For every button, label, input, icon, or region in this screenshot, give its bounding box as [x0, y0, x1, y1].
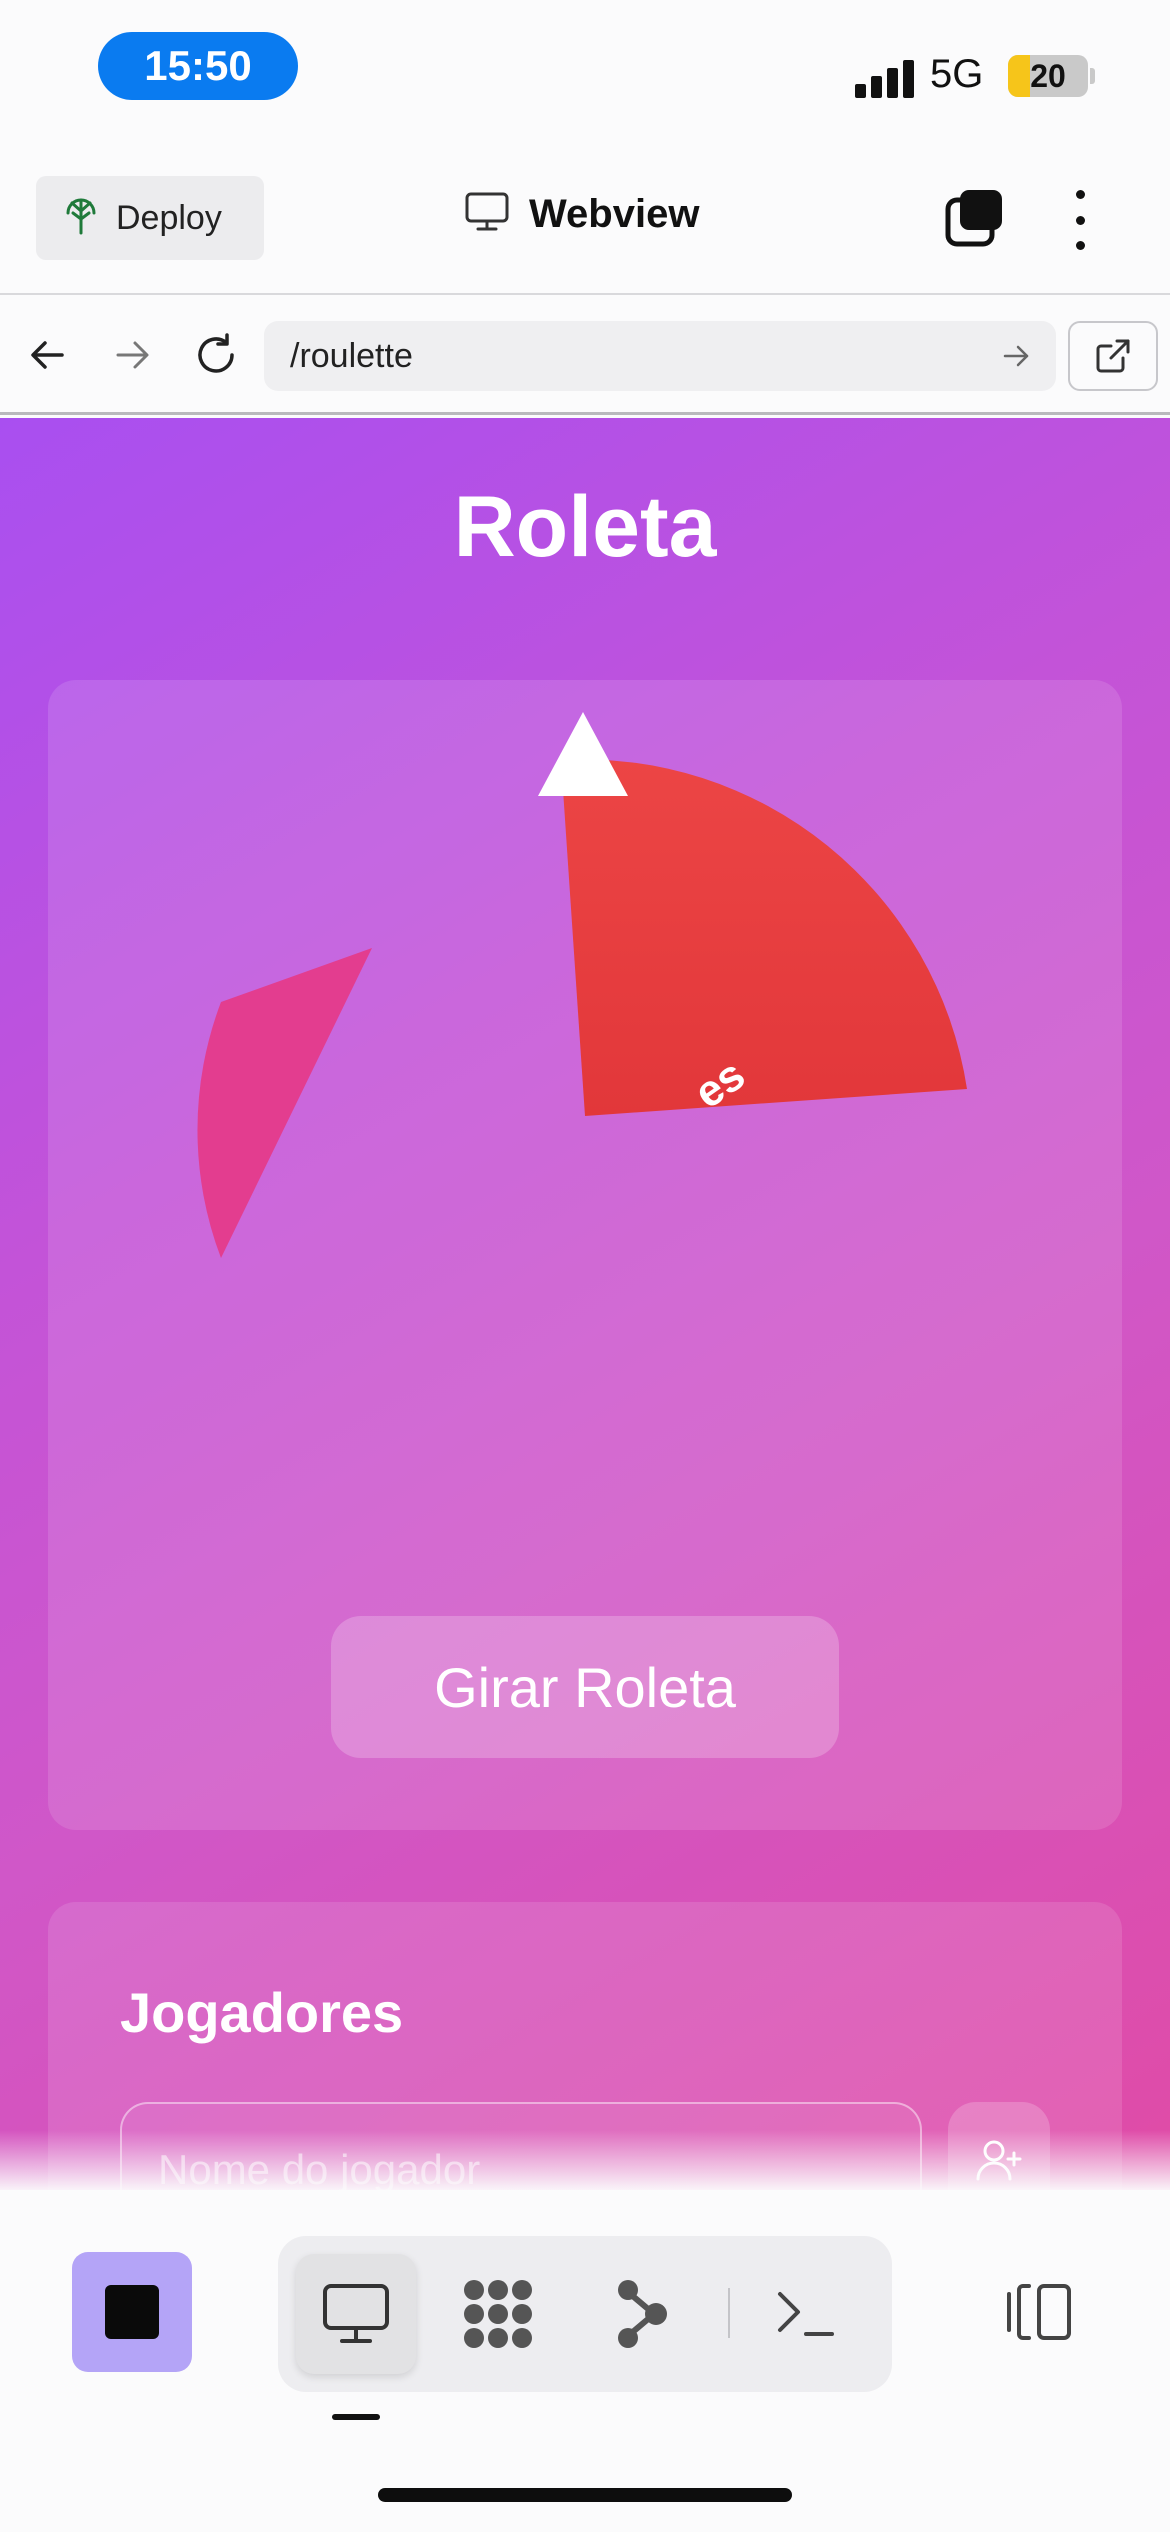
- deploy-label: Deploy: [116, 198, 222, 237]
- tool-divider: [728, 2288, 730, 2338]
- tool-group: [278, 2236, 892, 2392]
- status-time: 15:50: [98, 32, 298, 100]
- home-indicator: [378, 2488, 792, 2502]
- app-bar: Deploy Webview: [0, 150, 1170, 295]
- terminal-icon[interactable]: [746, 2254, 866, 2374]
- battery-cap: [1090, 68, 1095, 84]
- reload-icon[interactable]: [186, 325, 246, 385]
- spin-button[interactable]: Girar Roleta: [331, 1616, 839, 1758]
- app-bar-title: Webview: [529, 192, 700, 236]
- page-title: Roleta: [453, 479, 717, 575]
- status-bar: 15:50 5G 20: [0, 0, 1170, 150]
- webview-title: Webview: [465, 192, 699, 237]
- players-title: Jogadores: [120, 1981, 404, 2044]
- panel-toggle-icon[interactable]: [996, 2252, 1080, 2372]
- go-arrow-icon[interactable]: [996, 336, 1036, 376]
- webview-tool-icon[interactable]: [296, 2254, 416, 2374]
- wheel-segment-red: [561, 759, 967, 1116]
- battery-icon: 20: [1008, 55, 1088, 97]
- url-input[interactable]: [290, 336, 930, 376]
- deploy-icon: [64, 197, 98, 240]
- monitor-icon: [465, 192, 509, 237]
- stop-icon: [105, 2285, 159, 2339]
- bottom-toolbar: [0, 2190, 1170, 2532]
- wheel-segment-pink: [197, 948, 372, 1258]
- url-field[interactable]: [264, 321, 1056, 391]
- cellular-signal-icon: [855, 58, 915, 98]
- roulette-card: es Girar Roleta: [48, 680, 1122, 1830]
- active-tool-indicator: [332, 2414, 380, 2420]
- external-link-icon[interactable]: [1068, 321, 1158, 391]
- forward-arrow-icon[interactable]: [102, 325, 162, 385]
- more-vertical-icon[interactable]: [1064, 190, 1096, 250]
- battery-level: 20: [1030, 57, 1066, 94]
- wheel-pointer: [538, 712, 628, 796]
- url-bar: [0, 297, 1170, 415]
- back-arrow-icon[interactable]: [18, 325, 78, 385]
- git-branch-icon[interactable]: [580, 2254, 700, 2374]
- shell-grid-icon[interactable]: [438, 2254, 558, 2374]
- tabs-icon[interactable]: [944, 188, 1004, 248]
- deploy-button[interactable]: Deploy: [36, 176, 264, 260]
- roulette-wheel[interactable]: es: [48, 680, 1122, 1580]
- webview-content: Roleta es Girar Roleta Jogadores: [0, 418, 1170, 2190]
- stop-button[interactable]: [72, 2252, 192, 2372]
- content-fade: [0, 2130, 1170, 2190]
- network-type: 5G: [930, 52, 984, 96]
